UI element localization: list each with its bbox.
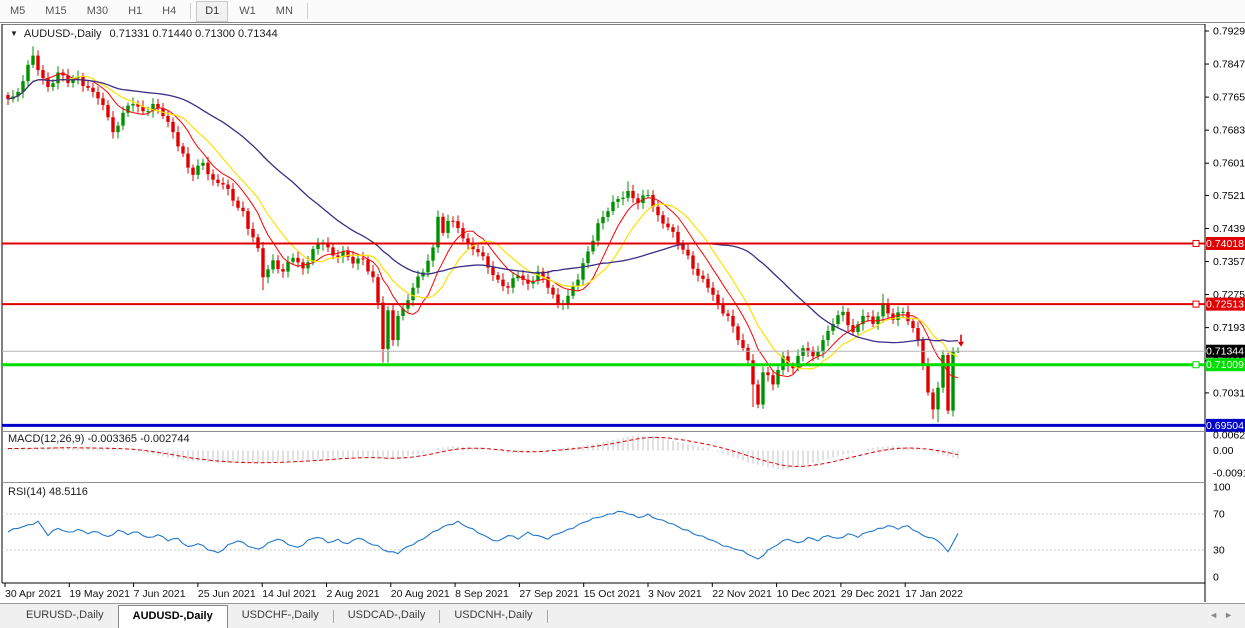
collapse-triangle-icon[interactable]: ▼ [10,29,18,38]
tab-usdchf-daily[interactable]: USDCHF-,Daily [228,604,333,628]
svg-text:0: 0 [1213,572,1219,584]
timeframe-button-h4[interactable]: H4 [153,1,185,22]
svg-text:7 Jun 2021: 7 Jun 2021 [134,588,186,600]
svg-text:0.70310: 0.70310 [1213,387,1245,399]
svg-text:10 Dec 2021: 10 Dec 2021 [777,588,837,600]
svg-text:0.76830: 0.76830 [1213,125,1245,137]
svg-text:8 Sep 2021: 8 Sep 2021 [455,588,509,600]
svg-text:0.00: 0.00 [1213,445,1234,457]
svg-text:0.71009: 0.71009 [1206,359,1244,371]
timeframe-button-w1[interactable]: W1 [230,1,265,22]
timeframe-button-m30[interactable]: M30 [78,1,117,22]
timeframe-button-m5[interactable]: M5 [1,1,34,22]
svg-text:2 Aug 2021: 2 Aug 2021 [327,588,380,600]
timeframe-toolbar: M5 M15 M30 H1 H4 D1 W1 MN [0,0,1245,23]
chart-canvas[interactable]: 0.79290 0.78470 0.77650 0.76830 0.76010 0.752… [0,24,1245,603]
svg-text:0.78470: 0.78470 [1213,59,1245,71]
svg-text:100: 100 [1213,482,1231,494]
tab-audusd-daily[interactable]: AUDUSD-,Daily [118,605,228,628]
svg-text:29 Dec 2021: 29 Dec 2021 [841,588,901,600]
svg-text:27 Sep 2021: 27 Sep 2021 [519,588,579,600]
svg-text:0.79290: 0.79290 [1213,26,1245,38]
macd-indicator-label: MACD(12,26,9) -0.003365 -0.002744 [8,433,190,445]
svg-text:0.71930: 0.71930 [1213,322,1245,334]
svg-text:0.76010: 0.76010 [1213,158,1245,170]
hline-handle[interactable] [1193,301,1199,307]
tab-eurusd-daily[interactable]: EURUSD-,Daily [12,604,118,628]
svg-text:0.75210: 0.75210 [1213,190,1245,202]
chart-ohlc-values: 0.71331 0.71440 0.71300 0.71344 [110,28,278,40]
svg-text:0.71344: 0.71344 [1206,346,1244,358]
timeframe-button-mn[interactable]: MN [267,1,302,22]
svg-text:0.77650: 0.77650 [1213,92,1245,104]
svg-text:14 Jul 2021: 14 Jul 2021 [262,588,316,600]
svg-text:19 May 2021: 19 May 2021 [69,588,130,600]
svg-text:25 Jun 2021: 25 Jun 2021 [198,588,256,600]
timeframe-button-d1[interactable]: D1 [196,1,228,22]
tab-usdcad-daily[interactable]: USDCAD-,Daily [334,604,440,628]
hline-handle[interactable] [1193,362,1199,368]
svg-text:70: 70 [1213,509,1225,521]
toolbar-divider [190,3,191,19]
chart-symbol-label: AUDUSD-,Daily [24,28,102,40]
svg-text:17 Jan 2022: 17 Jan 2022 [905,588,963,600]
toolbar-divider [307,3,308,19]
tab-divider [547,610,548,623]
svg-text:15 Oct 2021: 15 Oct 2021 [584,588,641,600]
terminal-window: M5 M15 M30 H1 H4 D1 W1 MN 0.79290 0.78470… [0,0,1245,628]
timeframe-button-h1[interactable]: H1 [119,1,151,22]
rsi-indicator-label: RSI(14) 48.5116 [8,486,88,498]
timeframe-button-m15[interactable]: M15 [36,1,75,22]
hline-handle[interactable] [1193,240,1199,246]
chart-title: ▼ AUDUSD-,Daily 0.71331 0.71440 0.71300 0.… [10,28,278,40]
svg-text:-0.0091972: -0.0091972 [1213,468,1245,480]
svg-text:0.0062012: 0.0062012 [1213,430,1245,442]
chart-area[interactable]: 0.79290 0.78470 0.77650 0.76830 0.76010 0.752… [0,24,1245,603]
svg-text:0.73570: 0.73570 [1213,256,1245,268]
chart-tab-bar: EURUSD-,Daily AUDUSD-,Daily USDCHF-,Dail… [0,603,1245,628]
svg-text:0.72513: 0.72513 [1206,299,1244,311]
tab-scroll-left-icon[interactable]: ◄ [1209,610,1224,620]
tab-scroll-controls: ◄► [1209,610,1239,620]
tab-usdcnh-daily[interactable]: USDCNH-,Daily [440,604,546,628]
svg-text:0.74018: 0.74018 [1206,238,1244,250]
tab-scroll-right-icon[interactable]: ► [1224,610,1239,620]
svg-text:30 Apr 2021: 30 Apr 2021 [5,588,62,600]
svg-text:3 Nov 2021: 3 Nov 2021 [648,588,702,600]
svg-text:20 Aug 2021: 20 Aug 2021 [391,588,450,600]
svg-text:30: 30 [1213,545,1225,557]
svg-text:22 Nov 2021: 22 Nov 2021 [712,588,772,600]
svg-text:0.74390: 0.74390 [1213,223,1245,235]
